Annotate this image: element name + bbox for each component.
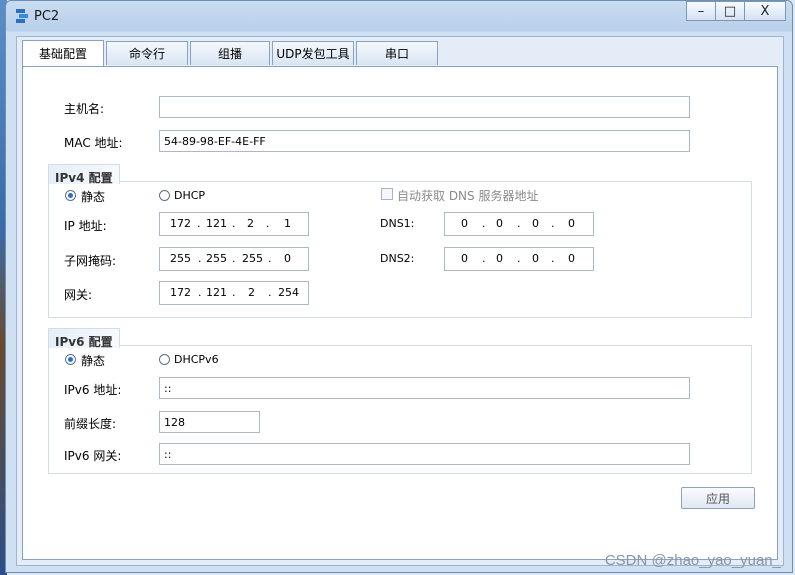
dns2-input[interactable]: 0. 0. 0. 0: [444, 247, 594, 271]
auto-dns-label: 自动获取 DNS 服务器地址: [397, 189, 539, 203]
apply-button[interactable]: 应用: [681, 487, 755, 509]
hostname-input[interactable]: [159, 96, 690, 118]
titlebar[interactable]: PC2 – □ X: [6, 1, 792, 29]
dns1-input[interactable]: 0. 0. 0. 0: [444, 212, 594, 236]
ipv6-gateway-label: IPv6 网关:: [64, 449, 122, 463]
prefix-length-input[interactable]: 128: [159, 411, 260, 433]
tab-serial-port[interactable]: 串口: [356, 41, 438, 65]
tab-bar: 基础配置 命令行 组播 UDP发包工具 串口: [22, 40, 440, 66]
minimize-button[interactable]: –: [686, 1, 716, 21]
gateway-label: 网关:: [64, 288, 93, 302]
ipv6-gateway-input[interactable]: ::: [159, 443, 690, 465]
window-title: PC2: [34, 9, 60, 24]
tab-basic-config[interactable]: 基础配置: [22, 40, 104, 66]
ipv6-section-title: IPv6 配置: [48, 328, 120, 349]
client-area: 基础配置 命令行 组播 UDP发包工具 串口 主机名: MAC 地址: 54-8…: [16, 36, 784, 566]
ipv4-static-label: 静态: [81, 190, 106, 204]
ipv6-static-label: 静态: [81, 354, 106, 368]
close-button[interactable]: X: [744, 1, 786, 21]
csdn-watermark: CSDN @zhao_yao_yuan_: [604, 552, 781, 569]
ipv6-static-radio[interactable]: [65, 354, 76, 365]
pc2-config-window: PC2 – □ X 基础配置 命令行 组播 UDP发包工具 串口 主机名: MA…: [5, 0, 793, 573]
ipv6-dhcpv6-label: DHCPv6: [174, 353, 219, 366]
ipv6-address-input[interactable]: ::: [159, 377, 690, 399]
basic-config-panel: 主机名: MAC 地址: 54-89-98-EF-4E-FF IPv4 配置 静…: [22, 66, 778, 560]
auto-dns-checkbox[interactable]: [381, 188, 393, 200]
ipv6-address-label: IPv6 地址:: [64, 383, 122, 397]
gateway-input[interactable]: 172. 121. 2. 254: [159, 281, 309, 305]
ipv4-static-radio[interactable]: [65, 190, 76, 201]
pc-app-icon: [16, 9, 28, 23]
minimize-icon: –: [697, 3, 705, 19]
dns2-label: DNS2:: [380, 252, 415, 265]
hostname-label: 主机名:: [64, 102, 105, 116]
maximize-button[interactable]: □: [715, 1, 745, 21]
mask-label: 子网掩码:: [64, 254, 117, 268]
tab-multicast[interactable]: 组播: [190, 41, 270, 65]
maximize-icon: □: [723, 3, 737, 19]
ipv4-dhcp-radio[interactable]: [159, 190, 170, 201]
ipv4-dhcp-label: DHCP: [174, 189, 206, 202]
tab-udp-tool[interactable]: UDP发包工具: [272, 41, 354, 65]
ipv6-dhcpv6-radio[interactable]: [159, 354, 170, 365]
ipv4-section-title: IPv4 配置: [48, 164, 120, 185]
prefix-length-label: 前缀长度:: [64, 417, 117, 431]
subnet-mask-input[interactable]: 255. 255. 255. 0: [159, 247, 309, 271]
mac-input[interactable]: 54-89-98-EF-4E-FF: [159, 130, 690, 152]
mac-label: MAC 地址:: [64, 136, 123, 150]
dns1-label: DNS1:: [380, 217, 415, 230]
tab-command-line[interactable]: 命令行: [106, 41, 188, 65]
ip-address-input[interactable]: 172. 121. 2. 1: [159, 212, 309, 236]
close-icon: X: [760, 3, 770, 19]
ip-label: IP 地址:: [64, 219, 107, 233]
